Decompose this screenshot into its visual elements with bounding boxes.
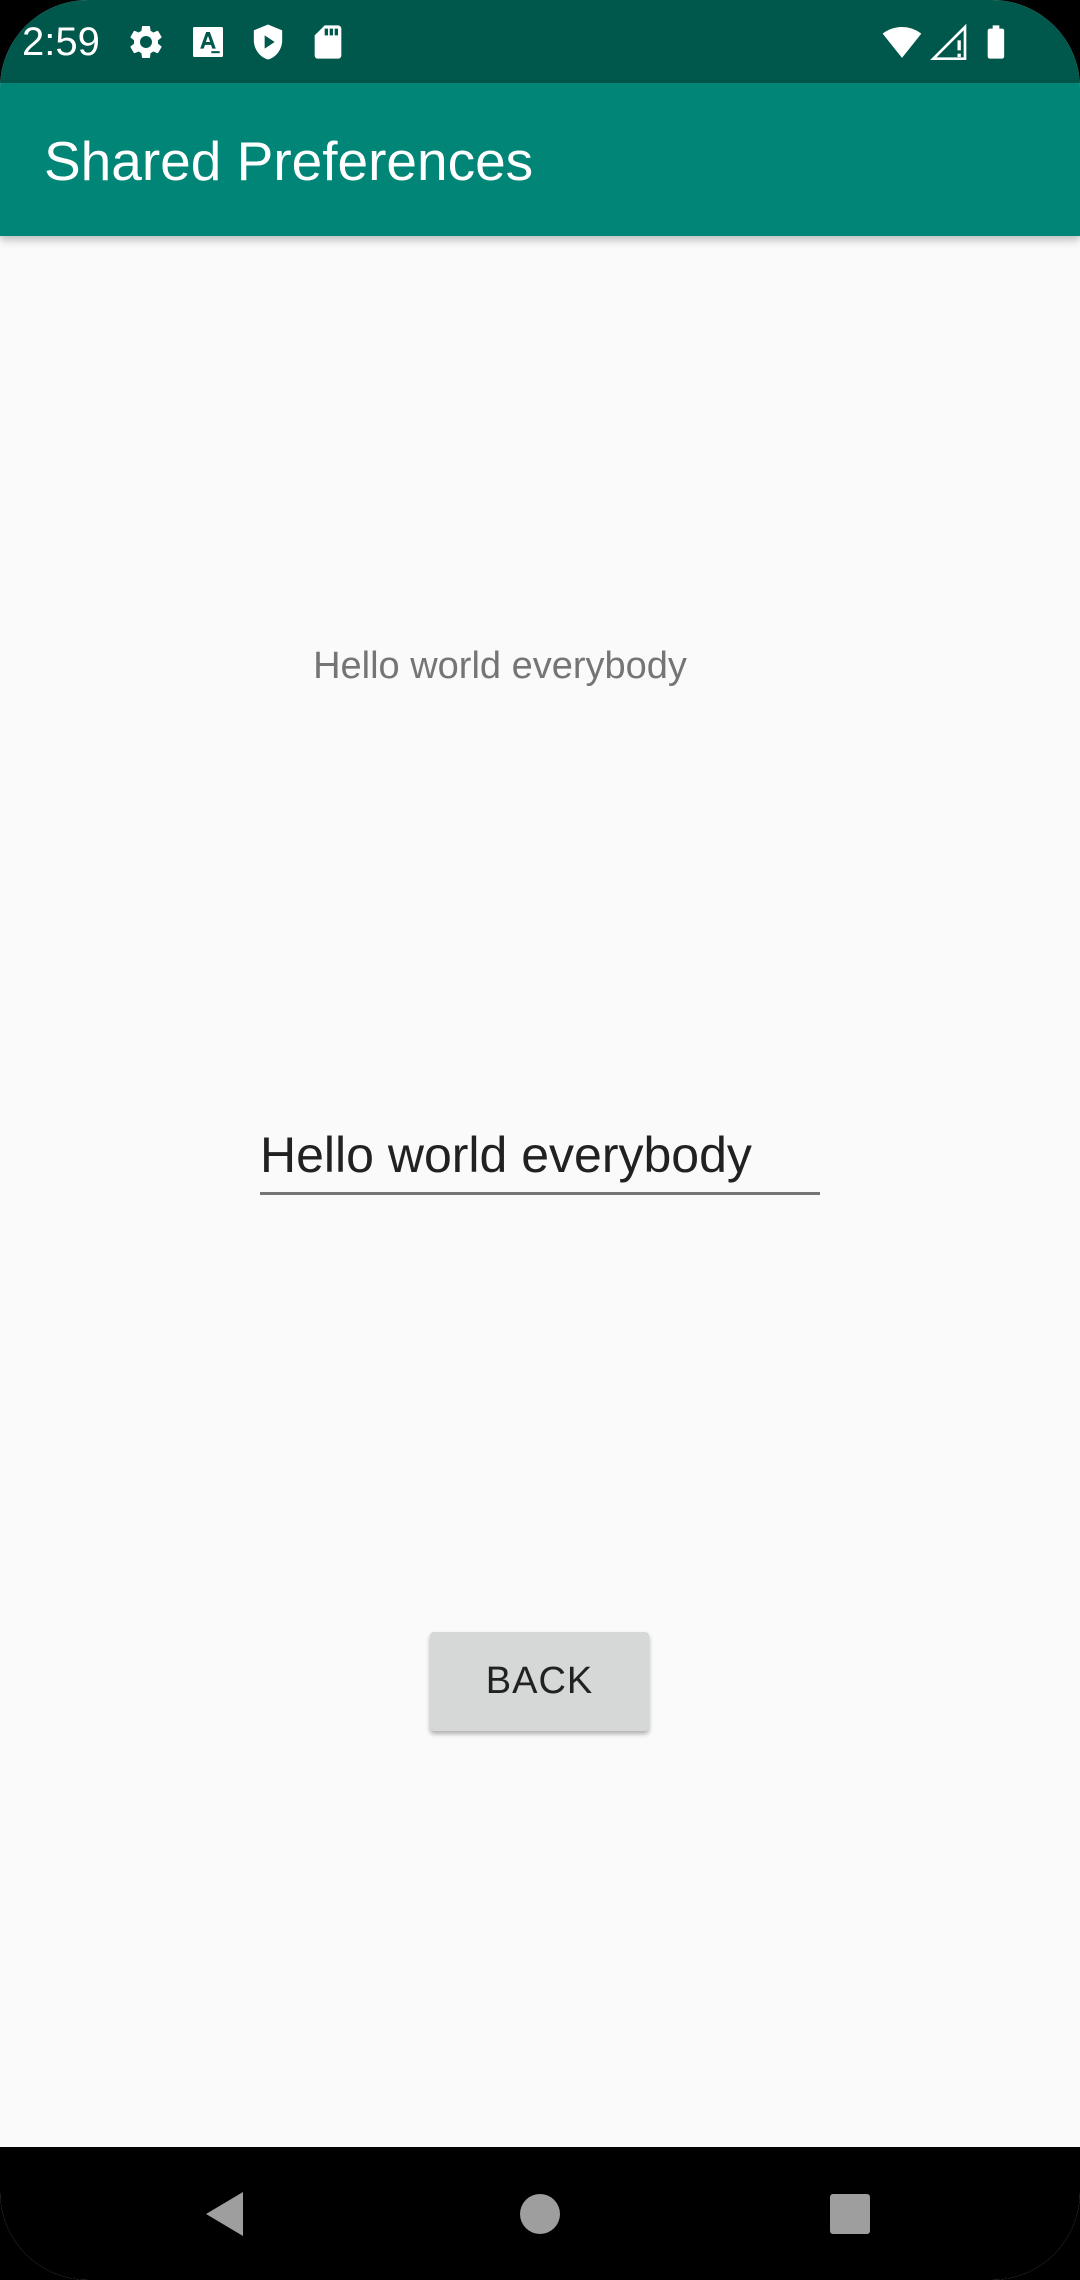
back-button[interactable]: BACK (430, 1632, 649, 1731)
home-circle-icon (520, 2193, 560, 2234)
status-time: 2:59 (22, 20, 100, 64)
signal-icon (930, 23, 967, 60)
recents-square-icon (830, 2193, 870, 2234)
nav-back-button[interactable] (165, 2147, 285, 2280)
nav-recents-button[interactable] (790, 2147, 910, 2280)
wifi-icon (882, 27, 922, 58)
font-a-icon (193, 27, 223, 57)
app-bar: Shared Preferences (0, 83, 1080, 236)
status-bar: 2:59 (0, 0, 1080, 83)
gear-icon (130, 25, 162, 58)
battery-icon (987, 25, 1005, 59)
phone-screen: 2:59 Shared Preferences Hello world ever… (0, 0, 1080, 2280)
sd-card-icon (314, 25, 342, 59)
saved-text-label: Hello world everybody (313, 645, 687, 687)
nav-home-button[interactable] (480, 2147, 600, 2280)
text-input[interactable] (260, 1118, 820, 1195)
shield-play-icon (253, 24, 283, 60)
back-triangle-icon (206, 2191, 243, 2236)
app-title: Shared Preferences (44, 130, 534, 192)
navigation-bar (0, 2147, 1080, 2280)
